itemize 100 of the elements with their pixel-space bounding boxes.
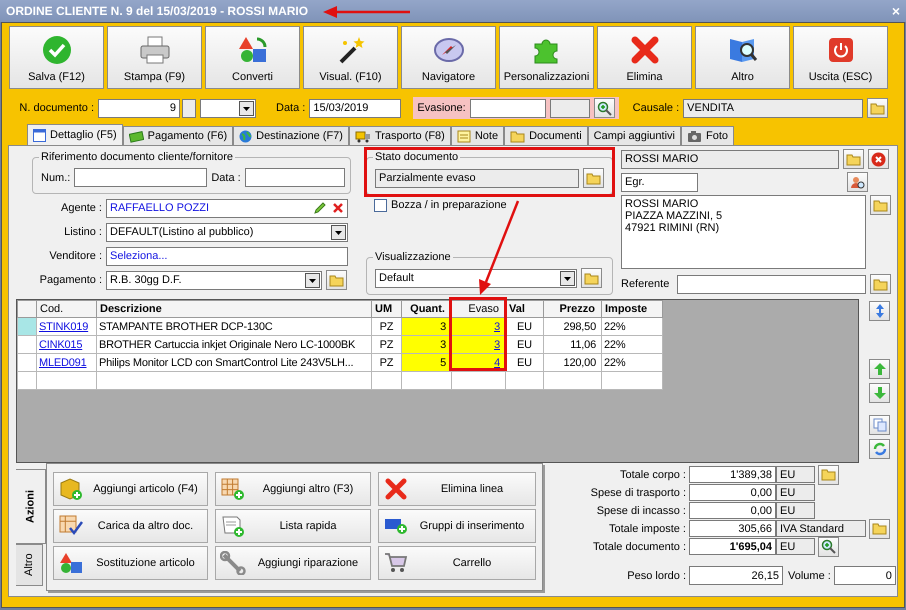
folder-button[interactable] — [326, 270, 347, 290]
window-title: ORDINE CLIENTE N. 9 del 15/03/2019 - ROSSI MARIO — [6, 4, 308, 18]
column-header[interactable]: Val — [506, 300, 544, 318]
folder-icon — [510, 130, 526, 142]
column-header[interactable]: Imposte — [602, 300, 662, 318]
cell-link[interactable]: 4 — [494, 356, 500, 369]
up-arrow-icon — [872, 361, 888, 378]
cell-link[interactable]: 3 — [494, 320, 500, 333]
copy-button[interactable] — [869, 415, 890, 436]
toolbar-button[interactable]: Personalizzazioni — [499, 26, 594, 89]
column-header[interactable]: UM — [372, 300, 402, 318]
currency-field: EU — [776, 502, 815, 519]
tab[interactable]: Foto — [681, 126, 734, 145]
row-indicator[interactable] — [18, 354, 36, 372]
cart-icon — [383, 550, 409, 574]
down-arrow-button[interactable] — [869, 383, 890, 404]
toolbar-button[interactable]: Stampa (F9) — [107, 26, 202, 89]
action-button[interactable]: Aggiungi riparazione — [215, 546, 371, 580]
row-indicator[interactable] — [18, 336, 36, 354]
reference-date-field[interactable] — [244, 168, 345, 187]
action-button[interactable]: Sostituzione articolo — [53, 546, 208, 580]
seller-field[interactable]: Seleziona... — [106, 246, 348, 266]
tab[interactable]: Campi aggiuntivi — [588, 126, 681, 145]
tab[interactable]: Pagamento (F6) — [122, 126, 234, 145]
toolbar-button[interactable]: Elimina — [597, 26, 692, 89]
action-button[interactable]: Elimina linea — [378, 472, 536, 506]
row-indicator[interactable] — [18, 318, 36, 336]
contact-button[interactable] — [847, 172, 868, 192]
salutation-field[interactable]: Egr. — [621, 172, 698, 192]
toolbar-button[interactable]: Converti — [205, 26, 300, 89]
cell-link[interactable]: STINK019 — [39, 320, 88, 333]
column-header[interactable]: Prezzo — [544, 300, 602, 318]
total-label: Totale imposte : — [608, 522, 686, 534]
toolbar-button[interactable]: Altro — [695, 26, 790, 89]
remove-button[interactable] — [868, 149, 889, 169]
column-header[interactable]: Evaso — [452, 300, 506, 318]
refresh-button[interactable] — [869, 439, 890, 460]
weight-field[interactable]: 26,15 — [689, 566, 783, 585]
side-tab[interactable]: Altro — [16, 544, 43, 586]
toolbar-button[interactable]: Uscita (ESC) — [793, 26, 888, 89]
zoom-button[interactable] — [594, 98, 615, 118]
tab[interactable]: Documenti — [504, 126, 588, 145]
folder-button[interactable] — [818, 464, 839, 484]
volume-field[interactable]: 0 — [834, 566, 896, 585]
tab[interactable]: Destinazione (F7) — [233, 126, 349, 145]
reference-number-field[interactable] — [74, 168, 208, 187]
action-button[interactable]: Lista rapida — [215, 508, 371, 542]
side-tab[interactable]: Azioni — [16, 468, 46, 544]
payment-dropdown[interactable]: R.B. 30gg D.F. — [106, 270, 322, 290]
folder-button[interactable] — [869, 518, 890, 538]
shapes-icon — [236, 35, 268, 65]
pricelist-dropdown[interactable]: DEFAULT(Listino al pubblico) — [106, 222, 348, 242]
view-dropdown[interactable]: Default — [375, 268, 577, 288]
table-cell: 11,06 — [544, 336, 602, 354]
customer-name-field[interactable]: ROSSI MARIO — [621, 150, 839, 168]
column-header[interactable]: Descrizione — [96, 300, 372, 318]
action-button[interactable]: Aggiungi altro (F3) — [215, 472, 371, 506]
up-arrow-button[interactable] — [869, 359, 890, 380]
action-button[interactable]: Carrello — [378, 546, 536, 580]
field-label: Referente — [621, 278, 670, 290]
folder-button[interactable] — [581, 268, 602, 288]
status-field[interactable]: Parzialmente evaso — [375, 168, 579, 188]
currency-field: EU — [776, 538, 815, 555]
truck-icon — [354, 130, 371, 142]
action-button[interactable]: Aggiungi articolo (F4) — [53, 472, 208, 506]
tab[interactable]: Trasporto (F8) — [348, 126, 451, 145]
suffix-dropdown[interactable] — [200, 98, 256, 118]
toolbar-button[interactable]: Navigatore — [401, 26, 496, 89]
reason-field[interactable]: VENDITA — [683, 98, 864, 118]
field-label: Data : — [276, 102, 306, 114]
action-button[interactable]: Carica da altro doc. — [53, 508, 208, 542]
currency-field: EU — [776, 484, 815, 501]
row-indicator[interactable] — [18, 372, 36, 390]
folder-button[interactable] — [867, 98, 888, 118]
folder-button[interactable] — [583, 168, 604, 188]
folder-button[interactable] — [870, 274, 891, 294]
tab[interactable]: Note — [450, 126, 504, 145]
agent-field[interactable]: RAFFAELLO POZZI — [106, 198, 348, 218]
tab[interactable]: Dettaglio (F5) — [27, 124, 123, 145]
number-spin-field[interactable] — [182, 98, 196, 118]
column-header[interactable]: Cod. — [36, 300, 96, 318]
zoom-button[interactable] — [818, 536, 839, 556]
cell-link[interactable]: MLED091 — [39, 356, 87, 369]
cell-link[interactable]: CINK015 — [39, 338, 82, 351]
address-field[interactable]: ROSSI MARIO PIAZZA MAZZINI, 5 47921 RIMINI (RN) — [621, 195, 866, 269]
fulfillment-field[interactable] — [470, 98, 546, 118]
toolbar-button[interactable]: Salva (F12) — [9, 26, 104, 89]
field-label: Volume : — [788, 570, 831, 582]
document-number-field[interactable]: 9 — [98, 98, 180, 118]
corner-header — [18, 300, 36, 318]
wrench-icon — [220, 550, 246, 574]
checkbox[interactable] — [374, 198, 387, 212]
scroll-arrows-button[interactable] — [869, 301, 890, 322]
contact-person-field[interactable] — [677, 274, 866, 294]
action-button[interactable]: Gruppi di inserimento — [378, 508, 536, 542]
toolbar-button[interactable]: Visual. (F10) — [303, 26, 398, 89]
date-field[interactable]: 15/03/2019 — [309, 98, 402, 118]
column-header[interactable]: Quant. — [402, 300, 452, 318]
cell-link[interactable]: 3 — [494, 338, 500, 351]
fulfillment-extra-field[interactable] — [550, 98, 590, 118]
